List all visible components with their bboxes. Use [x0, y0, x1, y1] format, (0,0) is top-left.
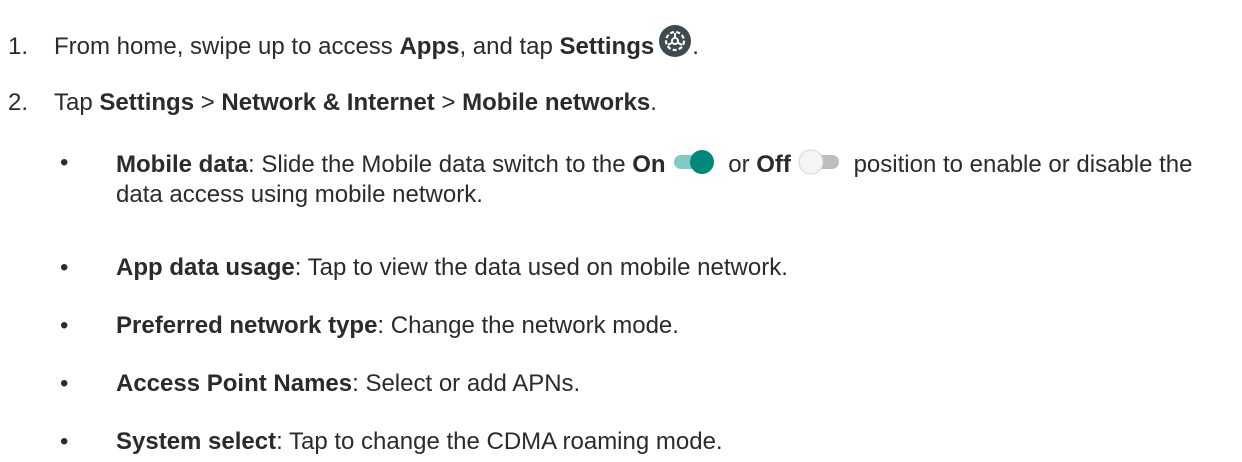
preferred-network-type-label: Preferred network type: [116, 312, 378, 339]
app-data-usage-label: App data usage: [116, 254, 295, 281]
bullet-text: System select: Tap to change the CDMA ro…: [116, 427, 1230, 457]
bullet-preferred-network-type: • Preferred network type: Change the net…: [60, 311, 1230, 341]
bullet-app-data-usage: • App data usage: Tap to view the data u…: [60, 253, 1230, 283]
step-2: 2. Tap Settings > Network & Internet > Mo…: [8, 88, 657, 118]
off-label: Off: [756, 151, 791, 178]
step-text: .: [692, 33, 699, 60]
bullet-access-point-names: • Access Point Names: Select or add APNs…: [60, 369, 1230, 399]
toggle-on-icon: [672, 148, 716, 176]
step-number: 1.: [8, 33, 29, 60]
access-point-names-label: Access Point Names: [116, 370, 353, 397]
bullet-system-select: • System select: Tap to change the CDMA …: [60, 427, 1230, 457]
bullet-text-part: or: [721, 151, 757, 178]
bullet-text: Preferred network type: Change the netwo…: [116, 311, 1230, 341]
step-text: Tap: [54, 89, 100, 116]
breadcrumb-separator: >: [194, 89, 222, 116]
settings-gear-icon: [658, 24, 692, 58]
instructions-document: 1. From home, swipe up to access Apps, an…: [0, 0, 1242, 462]
bullet-text: Access Point Names: Select or add APNs.: [116, 369, 1230, 399]
bullet-text-part: : Tap to view the data used on mobile ne…: [294, 254, 788, 281]
step-number: 2.: [8, 89, 29, 116]
breadcrumb-separator: >: [434, 89, 463, 116]
network-internet-label: Network & Internet: [221, 89, 435, 116]
bullet-marker: •: [60, 428, 69, 455]
system-select-label: System select: [116, 428, 277, 455]
mobile-networks-label: Mobile networks: [462, 89, 651, 116]
bullet-marker: •: [60, 312, 69, 339]
step-text: .: [650, 89, 657, 116]
bullet-marker: •: [60, 149, 69, 176]
mobile-data-label: Mobile data: [116, 151, 249, 178]
apps-label: Apps: [399, 33, 460, 60]
toggle-off-icon: [797, 148, 841, 176]
settings-label: Settings: [559, 33, 655, 60]
bullet-text-part: : Slide the Mobile data switch to the: [248, 151, 633, 178]
step-1: 1. From home, swipe up to access Apps, an…: [8, 24, 699, 62]
bullet-marker: •: [60, 254, 69, 281]
on-label: On: [632, 151, 666, 178]
step-text: , and tap: [459, 33, 560, 60]
settings-label: Settings: [99, 89, 195, 116]
step-text: From home, swipe up to access: [54, 33, 400, 60]
bullet-text-part: : Select or add APNs.: [352, 370, 581, 397]
bullet-text-part: : Tap to change the CDMA roaming mode.: [276, 428, 723, 455]
bullet-mobile-data: • Mobile data: Slide the Mobile data swi…: [60, 148, 1230, 210]
bullet-text-part: : Change the network mode.: [377, 312, 679, 339]
bullet-text: Mobile data: Slide the Mobile data switc…: [116, 148, 1230, 210]
bullet-marker: •: [60, 370, 69, 397]
bullet-text: App data usage: Tap to view the data use…: [116, 253, 1230, 283]
